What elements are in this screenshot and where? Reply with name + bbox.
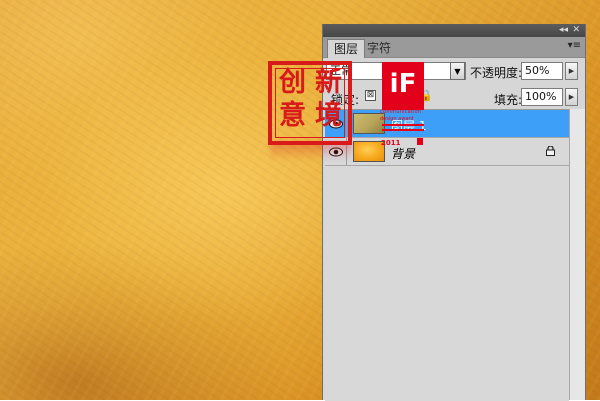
if-award-logo: iF (382, 62, 424, 110)
seal-characters: 创 新 意 境 (274, 66, 346, 132)
lock-transparent-pixels-icon[interactable]: ⊠ (365, 90, 376, 101)
collapse-icon[interactable]: ◂◂ (559, 24, 568, 37)
fill-field[interactable]: 100% (521, 88, 563, 106)
panel-titlebar[interactable]: ◂◂ ✕ (323, 24, 585, 37)
layers-list: 图层 1 背景 (325, 109, 569, 401)
lock-icon (546, 145, 555, 159)
panel-tabs: 图层 字符 ▾≡ (323, 37, 585, 58)
if-award-square (417, 138, 423, 145)
seal-char: 创 (279, 67, 306, 98)
close-icon[interactable]: ✕ (572, 24, 580, 37)
if-award-year: 2011 (381, 139, 401, 147)
layer-name[interactable]: 背景 (391, 145, 415, 162)
seal-char: 意 (279, 100, 306, 131)
seal-char: 新 (315, 67, 342, 98)
panel-menu-icon[interactable]: ▾≡ (568, 40, 581, 51)
layers-scrollbar[interactable] (569, 109, 585, 400)
fill-label: 填充: (494, 93, 523, 107)
layer-row-layer1[interactable]: 图层 1 (325, 110, 569, 138)
lock-fill-row: 锁定: ⊠ 🔒 填充: 100% ▶ (323, 84, 585, 110)
tab-layers[interactable]: 图层 (327, 39, 366, 58)
layers-panel: ◂◂ ✕ 图层 字符 ▾≡ 正常 ▼ 不透明度: 50% ▶ 锁定: ⊠ 🔒 填… (322, 24, 586, 401)
opacity-label: 不透明度: (470, 66, 523, 80)
if-award-lines (382, 124, 424, 138)
chevron-down-icon[interactable]: ▼ (450, 62, 465, 80)
layer-row-background[interactable]: 背景 (325, 138, 569, 166)
tab-character[interactable]: 字符 (361, 39, 397, 57)
fill-slider-button[interactable]: ▶ (565, 88, 578, 106)
opacity-slider-button[interactable]: ▶ (565, 62, 578, 80)
if-award-subtitle: communication (380, 109, 422, 115)
seal-char: 境 (315, 100, 342, 131)
opacity-field[interactable]: 50% (521, 62, 563, 80)
blend-opacity-row: 正常 ▼ 不透明度: 50% ▶ (323, 58, 585, 84)
if-award-subtitle-2: design award (380, 116, 414, 122)
seal-stamp: 创 新 意 境 (268, 61, 352, 145)
